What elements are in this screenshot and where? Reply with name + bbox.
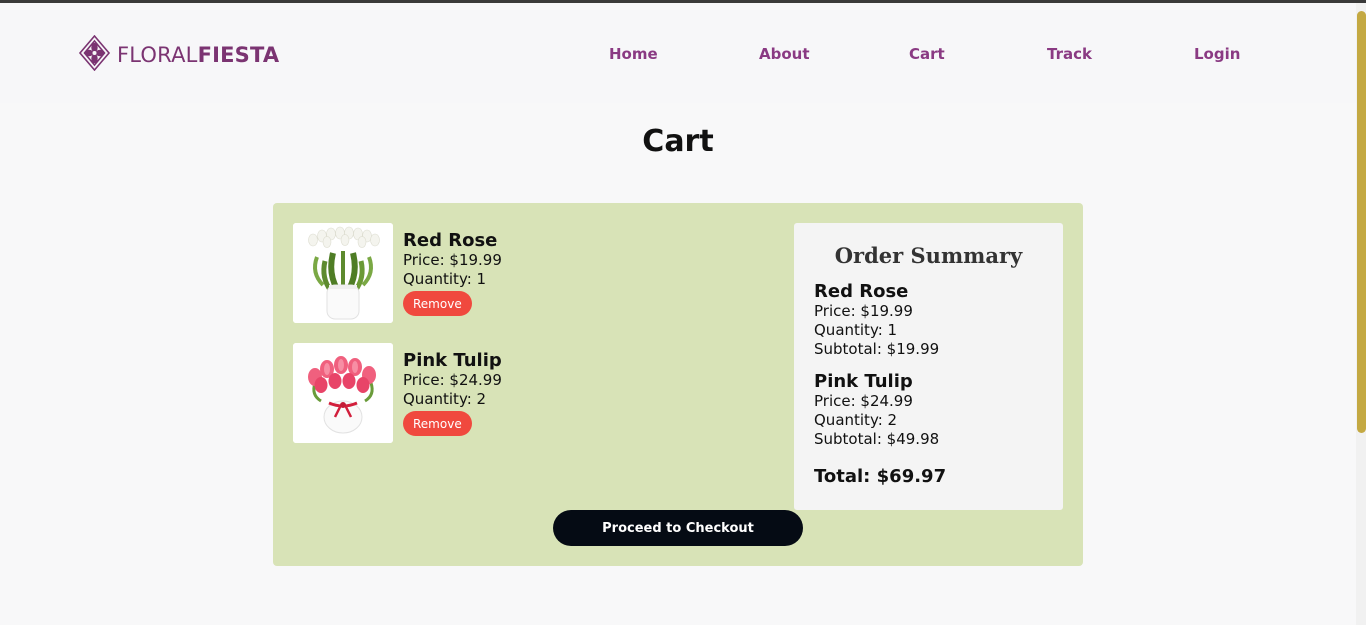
cart-item-price: Price: $24.99	[403, 371, 502, 389]
flower-diamond-logo-icon	[78, 34, 111, 75]
order-summary: Order Summary Red Rose Price: $19.99 Qua…	[794, 223, 1063, 510]
cart-item-price: Price: $19.99	[403, 251, 502, 269]
summary-item-subtotal: Subtotal: $19.99	[814, 340, 940, 358]
remove-button[interactable]: Remove	[403, 411, 472, 436]
summary-item-name: Pink Tulip	[814, 371, 913, 392]
summary-item-quantity: Quantity: 1	[814, 321, 898, 339]
cart-item-quantity: Quantity: 1	[403, 270, 487, 288]
order-summary-title: Order Summary	[834, 243, 1023, 268]
brand-name-bold: FIESTA	[197, 43, 280, 67]
nav-home-link[interactable]: Home	[609, 45, 658, 63]
summary-item: Pink Tulip Price: $24.99 Quantity: 2 Sub…	[814, 371, 1043, 449]
cart-item-name: Red Rose	[403, 230, 498, 251]
cart-item-info: Pink Tulip Price: $24.99 Quantity: 2 Rem…	[403, 351, 502, 436]
summary-item-quantity: Quantity: 2	[814, 411, 898, 429]
summary-item: Red Rose Price: $19.99 Quantity: 1 Subto…	[814, 281, 1043, 359]
summary-item-price: Price: $19.99	[814, 302, 913, 320]
cart-item-info: Red Rose Price: $19.99 Quantity: 1 Remov…	[403, 231, 502, 316]
white-tulips-vase-image	[293, 223, 393, 323]
proceed-to-checkout-button[interactable]: Proceed to Checkout	[553, 510, 803, 546]
nav-about-link[interactable]: About	[759, 45, 810, 63]
site-header: FLORALFIESTA Home About Cart Track Login	[0, 3, 1356, 103]
nav-login-link[interactable]: Login	[1194, 45, 1240, 63]
order-total: Total: $69.97	[814, 466, 947, 487]
cart-panel: Red Rose Price: $19.99 Quantity: 1 Remov…	[273, 203, 1083, 566]
summary-item-name: Red Rose	[814, 281, 909, 302]
cart-item: Pink Tulip Price: $24.99 Quantity: 2 Rem…	[293, 343, 693, 443]
page-title: Cart	[642, 124, 714, 159]
summary-item-subtotal: Subtotal: $49.98	[814, 430, 940, 448]
cart-item: Red Rose Price: $19.99 Quantity: 1 Remov…	[293, 223, 693, 323]
brand-name: FLORALFIESTA	[117, 43, 279, 67]
brand-logo[interactable]: FLORALFIESTA	[78, 34, 279, 75]
nav-cart-link[interactable]: Cart	[909, 45, 945, 63]
summary-item-price: Price: $24.99	[814, 392, 913, 410]
remove-button[interactable]: Remove	[403, 291, 472, 316]
cart-item-name: Pink Tulip	[403, 350, 502, 371]
brand-name-light: FLORAL	[117, 43, 198, 67]
scrollbar-thumb[interactable]	[1357, 11, 1366, 433]
pink-tulips-vase-image	[293, 343, 393, 443]
cart-item-quantity: Quantity: 2	[403, 390, 487, 408]
page-scrollbar[interactable]	[1356, 3, 1366, 625]
nav-track-link[interactable]: Track	[1047, 45, 1092, 63]
